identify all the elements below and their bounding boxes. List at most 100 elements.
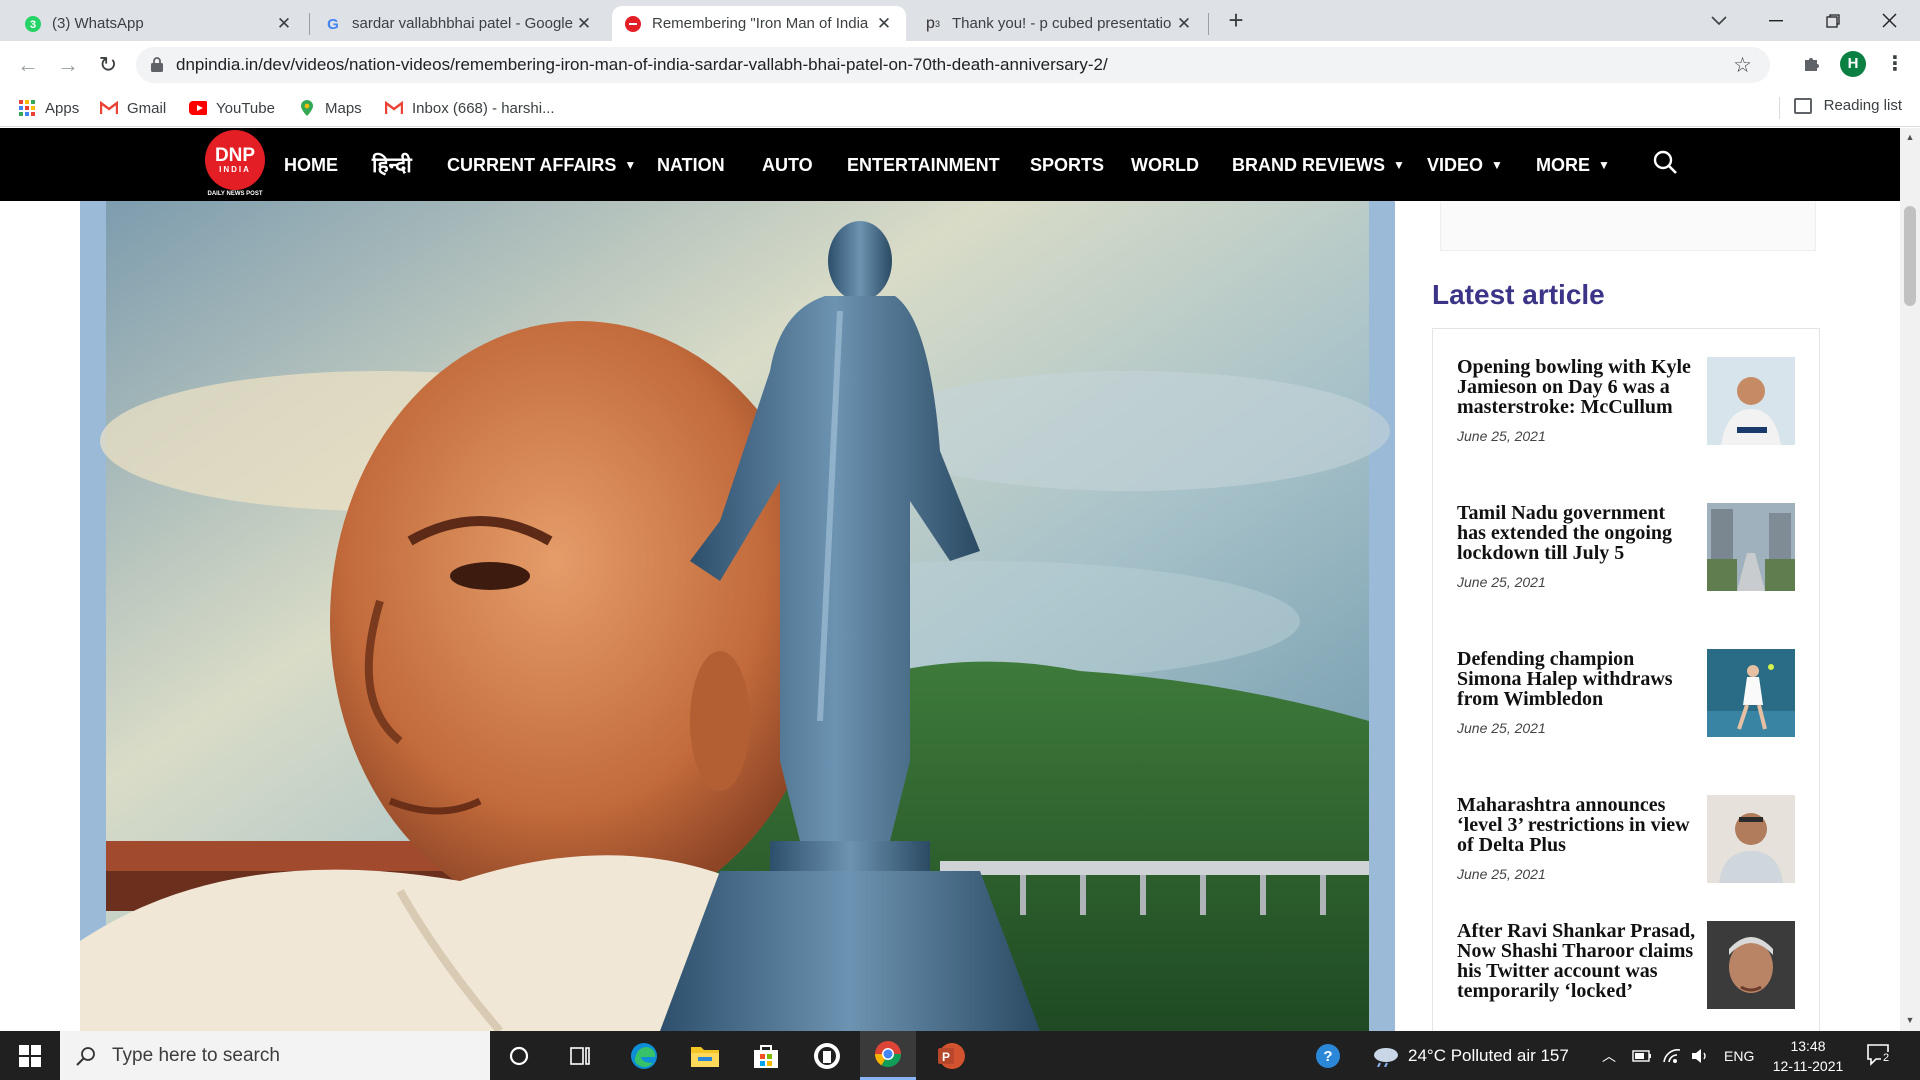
bookmark-star-icon[interactable]: ☆ (1733, 53, 1752, 78)
taskbar-chrome[interactable] (860, 1031, 916, 1080)
latest-article-heading: Latest article (1432, 279, 1605, 310)
search-icon[interactable] (1652, 149, 1678, 175)
show-hidden-icons-chevron[interactable]: ︿ (1602, 1031, 1616, 1080)
taskbar-clock[interactable]: 13:48 12-11-2021 (1768, 1036, 1848, 1076)
taskbar-search-box[interactable]: Type here to search (60, 1031, 490, 1080)
tab-separator (309, 13, 310, 35)
article-item[interactable]: Maharashtra announces ‘level 3’ restrict… (1457, 795, 1797, 883)
bookmark-gmail[interactable]: Gmail (100, 97, 166, 119)
cricketer-photo[interactable] (1707, 357, 1795, 445)
nav-label: हिन्दी (372, 154, 412, 177)
article-title[interactable]: Maharashtra announces ‘level 3’ restrict… (1457, 795, 1697, 855)
close-tab-icon[interactable]: ✕ (874, 14, 894, 34)
help-tray-icon[interactable]: ? (1315, 1031, 1341, 1080)
page-scrollbar[interactable]: ▲ ▼ (1900, 128, 1920, 1031)
tab-title: Thank you! - p cubed presentatio (952, 15, 1172, 32)
close-tab-icon[interactable]: ✕ (574, 14, 594, 34)
close-window-button[interactable] (1861, 0, 1918, 41)
google-icon: G (324, 15, 342, 33)
forward-button[interactable]: → (54, 51, 82, 79)
scroll-down-arrow-icon[interactable]: ▼ (1905, 1015, 1915, 1025)
article-item[interactable]: Tamil Nadu government has extended the o… (1457, 503, 1797, 591)
weather-widget[interactable]: 24°C Polluted air 157 (1372, 1031, 1569, 1080)
notification-center-button[interactable]: 2 (1866, 1043, 1892, 1067)
nav-sports[interactable]: SPORTS (1030, 150, 1104, 180)
whatsapp-icon: 3 (24, 15, 42, 33)
clock-date: 12-11-2021 (1772, 1058, 1844, 1074)
bookmark-apps[interactable]: Apps (18, 97, 79, 119)
latest-articles-list: Opening bowling with Kyle Jamieson on Da… (1432, 328, 1820, 1031)
nav-video[interactable]: VIDEO ▼ (1427, 150, 1503, 180)
bookmark-inbox[interactable]: Inbox (668) - harshi... (385, 97, 555, 119)
url-text: dnpindia.in/dev/videos/nation-videos/rem… (176, 55, 1108, 74)
bookmark-youtube[interactable]: YouTube (189, 97, 275, 119)
taskbar-powerpoint[interactable]: P (923, 1031, 979, 1080)
article-item[interactable]: Defending champion Simona Halep withdraw… (1457, 649, 1797, 737)
nav-more[interactable]: MORE ▼ (1536, 150, 1610, 180)
nav-label: BRAND REVIEWS (1232, 154, 1386, 175)
nav-current-affairs[interactable]: CURRENT AFFAIRS ▼ (447, 150, 636, 180)
nav-auto[interactable]: AUTO (762, 150, 813, 180)
new-tab-button[interactable]: + (1221, 6, 1251, 36)
reload-button[interactable]: ↻ (94, 51, 122, 79)
hero-image-statue-of-unity (80, 201, 1395, 1031)
nav-entertainment[interactable]: ENTERTAINMENT (847, 150, 1000, 180)
nav-label: CURRENT AFFAIRS (447, 154, 617, 175)
logo-subtext: INDIA (219, 164, 251, 174)
article-title[interactable]: Opening bowling with Kyle Jamieson on Da… (1457, 357, 1697, 417)
nav-label: MORE (1536, 154, 1590, 175)
p-cubed-icon: p3 (926, 14, 940, 32)
profile-avatar[interactable]: H (1840, 51, 1866, 77)
windows-start-button[interactable] (0, 1031, 60, 1080)
article-item[interactable]: Opening bowling with Kyle Jamieson on Da… (1457, 357, 1797, 445)
reading-list-button[interactable]: Reading list (1793, 97, 1902, 114)
article-title[interactable]: Defending champion Simona Halep withdraw… (1457, 649, 1697, 709)
restore-button[interactable] (1804, 0, 1861, 41)
tab-google-search[interactable]: G sardar vallabhbhai patel - Google ✕ (312, 6, 606, 41)
empty-street-photo[interactable] (1707, 503, 1795, 591)
tab-dnp-india[interactable]: Remembering "Iron Man of India ✕ (612, 6, 906, 41)
taskbar-file-explorer[interactable] (677, 1031, 733, 1080)
extensions-puzzle-icon[interactable] (1800, 53, 1824, 77)
taskbar-edge[interactable] (616, 1031, 672, 1080)
portrait-photo[interactable] (1707, 921, 1795, 1009)
task-view-button[interactable] (552, 1031, 608, 1080)
bookmark-label: Maps (325, 99, 362, 117)
address-bar[interactable]: dnpindia.in/dev/videos/nation-videos/rem… (136, 47, 1770, 83)
article-title[interactable]: Tamil Nadu government has extended the o… (1457, 503, 1697, 563)
bookmark-maps[interactable]: Maps (298, 97, 362, 119)
tennis-player-photo[interactable] (1707, 649, 1795, 737)
close-tab-icon[interactable]: ✕ (1174, 14, 1194, 34)
scrollbar-thumb[interactable] (1904, 206, 1916, 306)
close-tab-icon[interactable]: ✕ (274, 14, 294, 34)
tab-whatsapp[interactable]: 3 (3) WhatsApp ✕ (12, 6, 306, 41)
nav-home[interactable]: HOME (284, 150, 338, 180)
article-title[interactable]: After Ravi Shankar Prasad, Now Shashi Th… (1457, 921, 1697, 1001)
bookmark-label: Gmail (127, 99, 167, 117)
dnp-india-logo[interactable]: DNP INDIA DAILY NEWS POST (205, 130, 265, 200)
minimize-button[interactable] (1747, 0, 1804, 41)
language-indicator[interactable]: ENG (1724, 1031, 1754, 1080)
nav-nation[interactable]: NATION (657, 150, 725, 180)
taskbar-app-circle[interactable] (799, 1031, 855, 1080)
battery-icon[interactable] (1632, 1031, 1652, 1080)
taskbar-store[interactable] (738, 1031, 794, 1080)
taskbar-search-placeholder: Type here to search (112, 1044, 280, 1066)
nav-hindi[interactable]: हिन्दी (372, 150, 412, 180)
back-button[interactable]: ← (14, 51, 42, 79)
chrome-menu-icon[interactable]: ⋮ (1885, 51, 1905, 77)
ad-banner[interactable] (1440, 201, 1816, 251)
article-item[interactable]: After Ravi Shankar Prasad, Now Shashi Th… (1457, 921, 1797, 1009)
svg-text:?: ? (1323, 1048, 1332, 1065)
nav-brand-reviews[interactable]: BRAND REVIEWS ▼ (1232, 150, 1405, 180)
nav-world[interactable]: WORLD (1131, 150, 1199, 180)
tab-search-chevron-icon[interactable] (1690, 0, 1747, 41)
powerpoint-icon: P (938, 1042, 965, 1069)
svg-text:3: 3 (30, 19, 36, 31)
tab-p-cubed[interactable]: p3 Thank you! - p cubed presentatio ✕ (912, 6, 1206, 41)
cortana-button[interactable] (491, 1031, 547, 1080)
volume-icon[interactable] (1690, 1031, 1710, 1080)
wifi-icon[interactable] (1662, 1031, 1682, 1080)
scroll-up-arrow-icon[interactable]: ▲ (1905, 132, 1915, 142)
politician-photo[interactable] (1707, 795, 1795, 883)
